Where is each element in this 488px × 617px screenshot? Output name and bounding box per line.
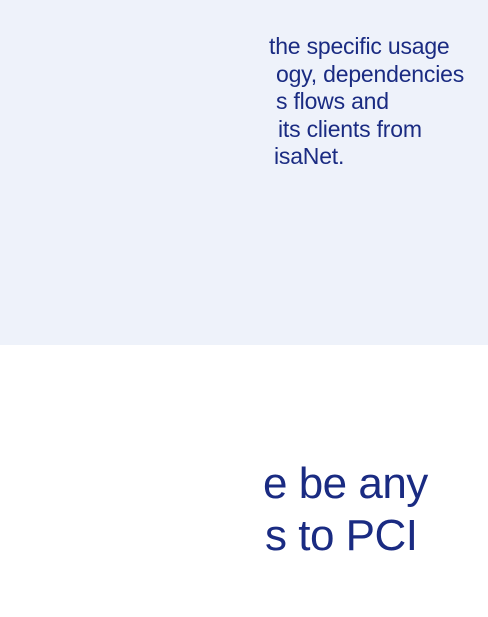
section-heading-line-1: e be any xyxy=(263,459,428,508)
section-heading-line-2: s to PCI xyxy=(265,511,418,560)
info-card-line-5: isaNet. xyxy=(274,143,345,169)
info-card-paragraph: the specific usage ogy, dependencies s f… xyxy=(0,33,464,171)
info-card-line-4: its clients from xyxy=(278,115,422,142)
info-card-line-3: s flows and xyxy=(276,88,389,114)
info-card-line-2: ogy, dependencies xyxy=(276,60,464,87)
section-heading: e be any s to PCI xyxy=(0,458,428,562)
info-card-line-1: the specific usage xyxy=(269,33,450,59)
info-card: the specific usage ogy, dependencies s f… xyxy=(0,0,488,345)
